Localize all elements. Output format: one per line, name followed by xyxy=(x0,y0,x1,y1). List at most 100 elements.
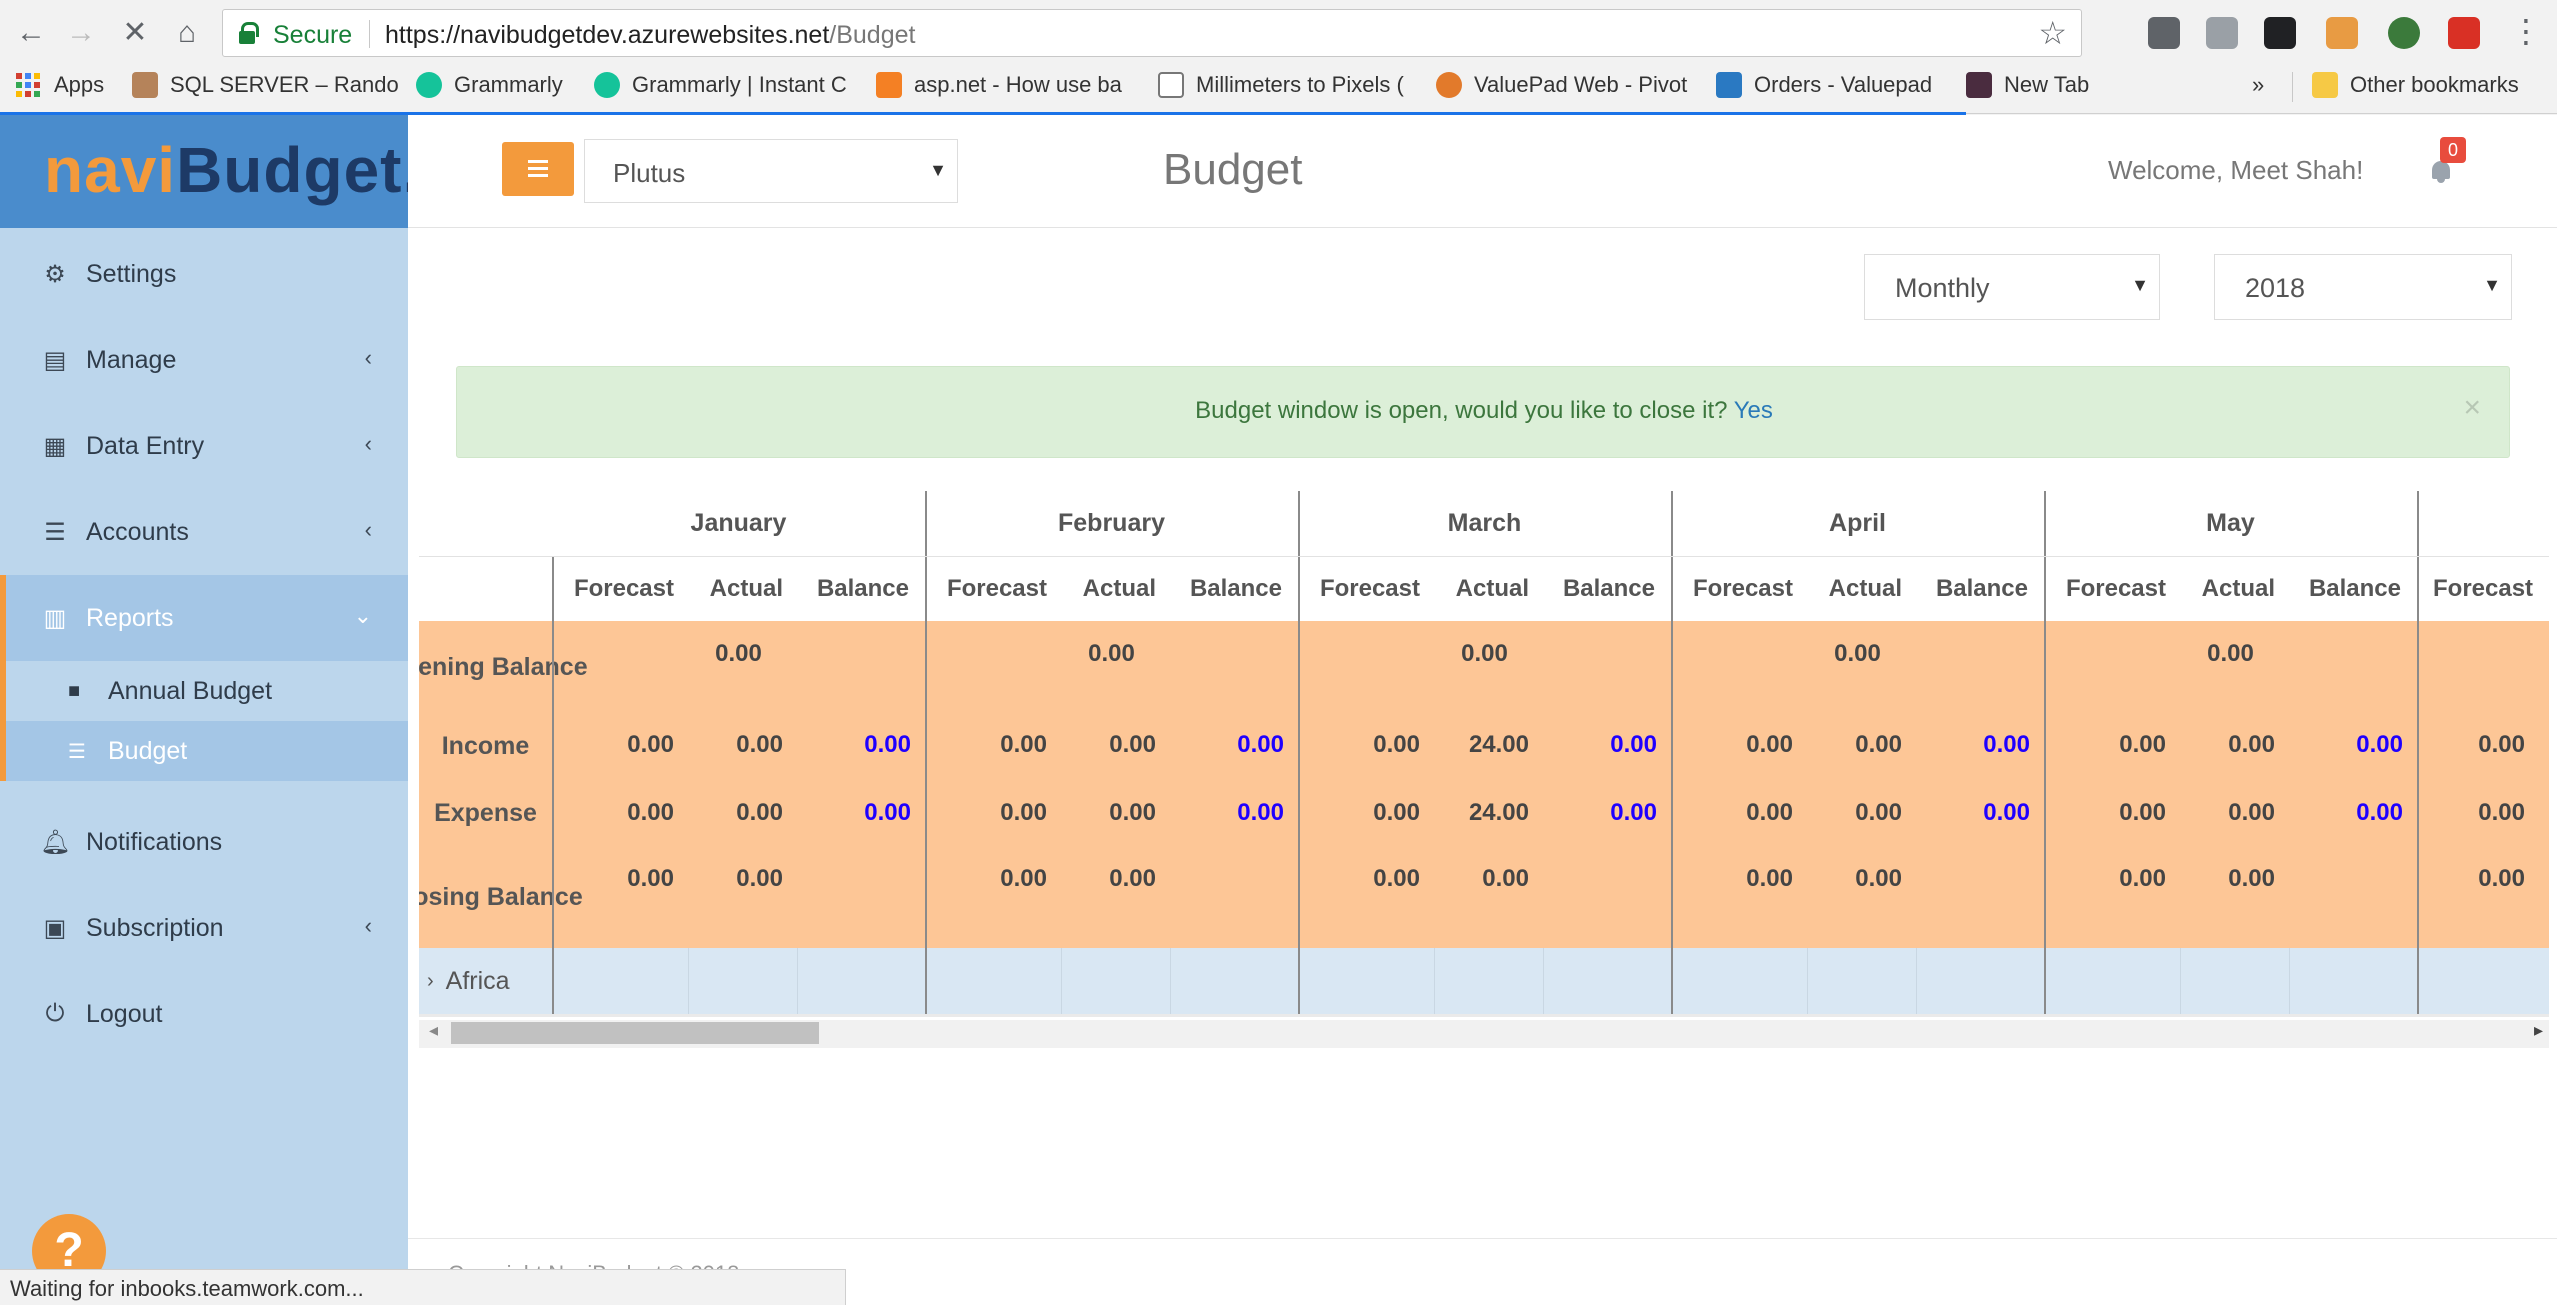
back-arrow-icon[interactable]: ← xyxy=(12,14,50,52)
secure-label: Secure xyxy=(273,21,353,49)
balance-value xyxy=(1543,846,1671,911)
caret-down-icon: ▼ xyxy=(2483,275,2501,295)
bookmark-label: Orders - Valuepad xyxy=(1754,72,1933,97)
sidebar-item-settings[interactable]: ⚙ Settings xyxy=(0,231,408,317)
bookmarks-overflow-icon[interactable]: » xyxy=(2252,72,2264,98)
bookmarks-bar: Apps SQL SERVER – Rando Grammarly Gramma… xyxy=(0,66,2557,106)
caret-down-icon: ▼ xyxy=(2131,275,2149,295)
balance-value: 0.00 xyxy=(1610,730,1657,758)
browser-menu-icon[interactable]: ⋮ xyxy=(2510,12,2542,50)
sidebar-item-manage[interactable]: ▤ Manage ‹ xyxy=(0,317,408,403)
sidebar-item-logout[interactable]: ⏻ Logout xyxy=(0,971,408,1057)
chevron-left-icon: ‹ xyxy=(364,345,372,370)
bookmark-grammarly-instant[interactable]: Grammarly | Instant C xyxy=(594,72,847,98)
scroll-right-arrow-icon[interactable]: ▸ xyxy=(2534,1020,2543,1041)
sidebar-item-reports[interactable]: ▥ Reports ⌄ xyxy=(0,575,408,661)
sidebar-subitem-budget[interactable]: ☰ Budget xyxy=(0,721,408,781)
actual-value: 0.00 xyxy=(1855,798,1902,826)
actual-value: 0.00 xyxy=(2228,798,2275,826)
home-icon[interactable]: ⌂ xyxy=(168,14,206,52)
forecast-value: 0.00 xyxy=(1000,864,1047,892)
extension-vpn-icon[interactable] xyxy=(2388,17,2420,49)
grid-divider xyxy=(2044,491,2046,1014)
year-select[interactable]: 2018 ▼ xyxy=(2214,254,2512,320)
grid-divider xyxy=(2180,948,2181,1014)
balance-value: 0.00 xyxy=(1983,730,2030,758)
bookmark-label: Apps xyxy=(54,72,105,97)
alert-message: Budget window is open, would you like to… xyxy=(457,397,2511,425)
sidebar-item-label: Notifications xyxy=(86,827,223,856)
column-header: Forecast xyxy=(1671,556,1807,621)
bookmark-favicon-icon xyxy=(132,72,158,98)
forecast-value: 0.00 xyxy=(1000,730,1047,758)
alert-close-icon[interactable]: × xyxy=(2463,391,2481,425)
period-select-value: Monthly xyxy=(1895,273,1990,303)
hamburger-menu-button[interactable] xyxy=(502,142,574,196)
sidebar-item-notifications[interactable]: 🔔︎ Notifications xyxy=(0,799,408,885)
actual-value: 24.00 xyxy=(1468,730,1529,758)
bookmark-label: asp.net - How use ba xyxy=(914,72,1122,97)
month-header: January xyxy=(552,491,925,556)
chevron-left-icon: ‹ xyxy=(364,431,372,456)
grammarly-icon xyxy=(416,72,442,98)
month-header: May xyxy=(2044,491,2417,556)
forward-arrow-icon[interactable]: → xyxy=(62,14,100,52)
extension-incognito-icon[interactable] xyxy=(2264,17,2296,49)
power-icon: ⏻ xyxy=(45,1000,65,1027)
app-header: Plutus ▼ Budget Welcome, Meet Shah! 0 xyxy=(408,115,2557,228)
group-row-africa[interactable]: › Africa xyxy=(419,948,552,1014)
sidebar-item-accounts[interactable]: ☰ Accounts ‹ xyxy=(0,489,408,575)
bookmark-other[interactable]: Other bookmarks xyxy=(2312,72,2519,98)
page-title: Budget xyxy=(1163,145,1303,194)
actual-value: 24.00 xyxy=(1468,798,1529,826)
bookmark-new-tab[interactable]: New Tab xyxy=(1966,72,2089,98)
valuepad-icon xyxy=(1436,72,1462,98)
bookmark-apps[interactable]: Apps xyxy=(16,72,104,98)
sidebar-item-data-entry[interactable]: ▦ Data Entry ‹ xyxy=(0,403,408,489)
address-separator xyxy=(369,20,370,48)
scrollbar-thumb[interactable] xyxy=(451,1022,819,1044)
notification-count-badge: 0 xyxy=(2440,137,2466,163)
sidebar-item-label: Settings xyxy=(86,259,177,288)
stackoverflow-icon xyxy=(876,72,902,98)
scroll-left-arrow-icon[interactable]: ◂ xyxy=(429,1020,438,1041)
actual-value: 0.00 xyxy=(1855,730,1902,758)
balance-value xyxy=(2289,846,2417,911)
app-logo[interactable]: naviBudget. xyxy=(0,115,420,228)
bookmark-valuepad-pivot[interactable]: ValuePad Web - Pivot xyxy=(1436,72,1687,98)
balance-value: 0.00 xyxy=(1610,798,1657,826)
grid-divider xyxy=(2417,491,2419,1014)
bookmark-grammarly[interactable]: Grammarly xyxy=(416,72,563,98)
extension-cors-icon[interactable] xyxy=(2448,17,2480,49)
bookmark-star-icon[interactable]: ☆ xyxy=(2038,14,2067,52)
balance-value: 0.00 xyxy=(2356,798,2403,826)
address-bar[interactable]: Secure https://navibudgetdev.azurewebsit… xyxy=(222,9,2082,57)
column-header: Forecast xyxy=(2044,556,2180,621)
forecast-value: 0.00 xyxy=(1000,798,1047,826)
sidebar-item-subscription[interactable]: ▣ Subscription ‹ xyxy=(0,885,408,971)
bookmark-sql-server[interactable]: SQL SERVER – Rando xyxy=(132,72,399,98)
bookmark-label: Grammarly xyxy=(454,72,563,97)
bookmark-mm-to-pixels[interactable]: Millimeters to Pixels ( xyxy=(1158,72,1404,98)
column-header: Actual xyxy=(1434,556,1543,621)
logo-part-budget: Budget. xyxy=(176,134,422,206)
url-text[interactable]: https://navibudgetdev.azurewebsites.net/… xyxy=(385,21,915,50)
row-label: Opening Balance xyxy=(419,652,588,681)
horizontal-scrollbar[interactable]: ◂ ▸ xyxy=(419,1020,2549,1048)
period-select[interactable]: Monthly ▼ xyxy=(1864,254,2160,320)
budget-table-body: January Forecast Actual Balance February Fore… xyxy=(419,491,2549,1017)
extension-hammer-icon[interactable] xyxy=(2326,17,2358,49)
extension-timer-icon[interactable] xyxy=(2148,17,2180,49)
bookmark-label: SQL SERVER – Rando xyxy=(170,72,399,97)
alert-yes-link[interactable]: Yes xyxy=(1734,397,1773,424)
bookmark-orders-valuepad[interactable]: Orders - Valuepad xyxy=(1716,72,1932,98)
bookmark-stackoverflow[interactable]: asp.net - How use ba xyxy=(876,72,1122,98)
forecast-value: 0.00 xyxy=(1746,798,1793,826)
company-select[interactable]: Plutus ▼ xyxy=(584,139,958,203)
grid-divider xyxy=(797,948,798,1014)
sidebar-subitem-annual-budget[interactable]: ■ Annual Budget xyxy=(0,661,408,721)
stop-loading-icon[interactable]: ✕ xyxy=(116,14,154,52)
actual-value: 0.00 xyxy=(1855,864,1902,892)
extension-camera-icon[interactable] xyxy=(2206,17,2238,49)
bell-icon: 🔔︎ xyxy=(40,828,71,856)
